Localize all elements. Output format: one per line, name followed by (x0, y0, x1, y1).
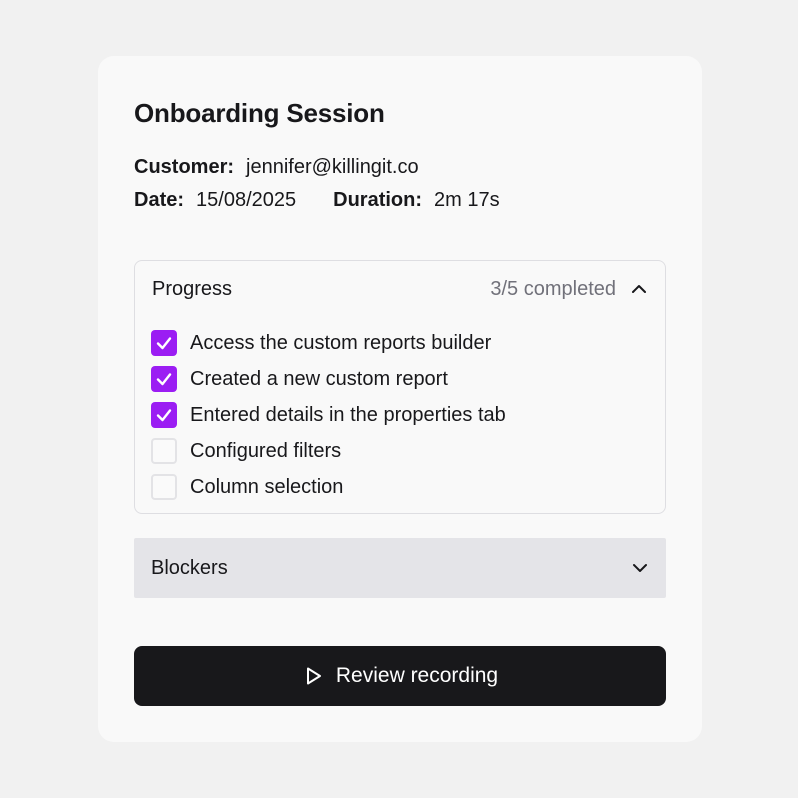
checkbox-checked[interactable] (151, 402, 177, 428)
checkmark-icon (156, 373, 172, 386)
task-label: Created a new custom report (190, 367, 448, 390)
checkbox-checked[interactable] (151, 330, 177, 356)
checkbox-unchecked[interactable] (151, 438, 177, 464)
task-item: Access the custom reports builder (151, 325, 506, 361)
progress-count: 3/5 completed (490, 277, 616, 300)
chevron-down-icon[interactable] (631, 559, 649, 577)
progress-title: Progress (152, 277, 233, 300)
blockers-header[interactable]: Blockers (151, 554, 649, 582)
task-label: Column selection (190, 475, 344, 498)
customer-row: Customer: jennifer@killingit.co (134, 156, 419, 179)
duration-value: 2m 17s (434, 189, 500, 211)
play-icon (302, 665, 324, 687)
session-card: Onboarding Session Customer: jennifer@ki… (98, 56, 702, 742)
progress-panel: Progress 3/5 completed Access the custom… (134, 260, 666, 514)
checkmark-icon (156, 409, 172, 422)
task-item: Column selection (151, 469, 506, 505)
date-duration-row: Date: 15/08/2025 Duration: 2m 17s (134, 189, 500, 212)
task-list: Access the custom reports builder Created… (151, 325, 506, 505)
task-label: Access the custom reports builder (190, 331, 492, 354)
blockers-panel[interactable]: Blockers (134, 538, 666, 598)
task-label: Entered details in the properties tab (190, 403, 506, 426)
checkbox-checked[interactable] (151, 366, 177, 392)
duration-label: Duration: (333, 189, 423, 211)
date-value: 15/08/2025 (196, 189, 297, 211)
task-item: Entered details in the properties tab (151, 397, 506, 433)
checkmark-icon (156, 337, 172, 350)
page-title: Onboarding Session (134, 98, 385, 128)
checkbox-unchecked[interactable] (151, 474, 177, 500)
review-recording-button[interactable]: Review recording (134, 646, 666, 706)
date-label: Date: (134, 189, 185, 211)
customer-label: Customer: (134, 156, 235, 178)
blockers-title: Blockers (151, 556, 228, 579)
task-item: Configured filters (151, 433, 506, 469)
customer-value: jennifer@killingit.co (246, 156, 419, 178)
chevron-up-icon[interactable] (630, 280, 648, 298)
progress-header[interactable]: Progress 3/5 completed (152, 275, 648, 303)
task-label: Configured filters (190, 439, 342, 462)
task-item: Created a new custom report (151, 361, 506, 397)
review-recording-label: Review recording (335, 664, 499, 687)
progress-header-right: 3/5 completed (490, 278, 648, 301)
